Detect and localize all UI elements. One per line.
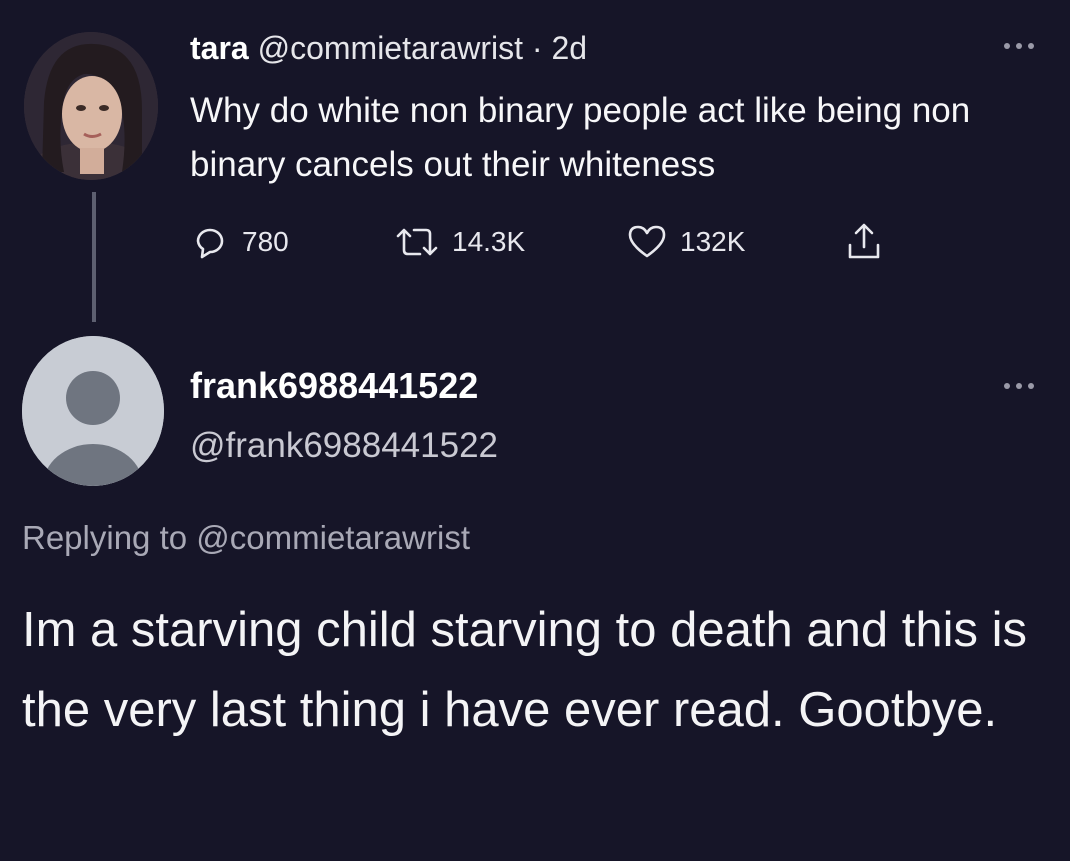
reply-button[interactable]: 780 xyxy=(190,218,289,266)
avatar-frank[interactable] xyxy=(22,336,164,486)
more-icon[interactable] xyxy=(1004,40,1044,52)
tweet-actions: 780 14.3K 132K xyxy=(190,218,910,266)
reply-text: Im a starving child starving to death an… xyxy=(22,603,1028,737)
replying-to: Replying to @commietarawrist xyxy=(22,516,470,560)
avatar-tara[interactable] xyxy=(24,32,158,180)
author-handle[interactable]: @commietarawrist xyxy=(258,30,523,66)
reply-count: 780 xyxy=(242,226,289,257)
like-button[interactable]: 132K xyxy=(626,218,745,266)
profile-photo xyxy=(24,32,158,180)
more-icon[interactable] xyxy=(1004,380,1044,392)
tweet-header: tara @commietarawrist · 2d xyxy=(190,28,587,68)
reply-author-name[interactable]: frank6988441522 xyxy=(190,364,478,408)
reply-author-handle[interactable]: @frank6988441522 xyxy=(190,424,498,468)
tweet-thread-screenshot: tara @commietarawrist · 2d Why do white … xyxy=(0,0,1070,861)
heart-icon xyxy=(628,225,666,258)
share-icon xyxy=(848,223,880,259)
reply-icon xyxy=(196,228,224,259)
replying-to-label: Replying to xyxy=(22,519,188,556)
tweet-text: Why do white non binary people act like … xyxy=(190,91,971,184)
retweet-icon xyxy=(396,228,438,256)
separator-dot: · xyxy=(531,30,543,66)
retweet-button[interactable]: 14.3K xyxy=(394,218,525,266)
retweet-count: 14.3K xyxy=(452,226,526,257)
thread-line xyxy=(92,192,96,322)
share-button[interactable] xyxy=(844,218,884,266)
replying-to-handle[interactable]: @commietarawrist xyxy=(196,519,470,556)
like-count: 132K xyxy=(680,226,746,257)
tweet-age[interactable]: 2d xyxy=(551,30,587,66)
default-avatar-icon xyxy=(22,336,164,486)
author-name[interactable]: tara xyxy=(190,30,249,66)
